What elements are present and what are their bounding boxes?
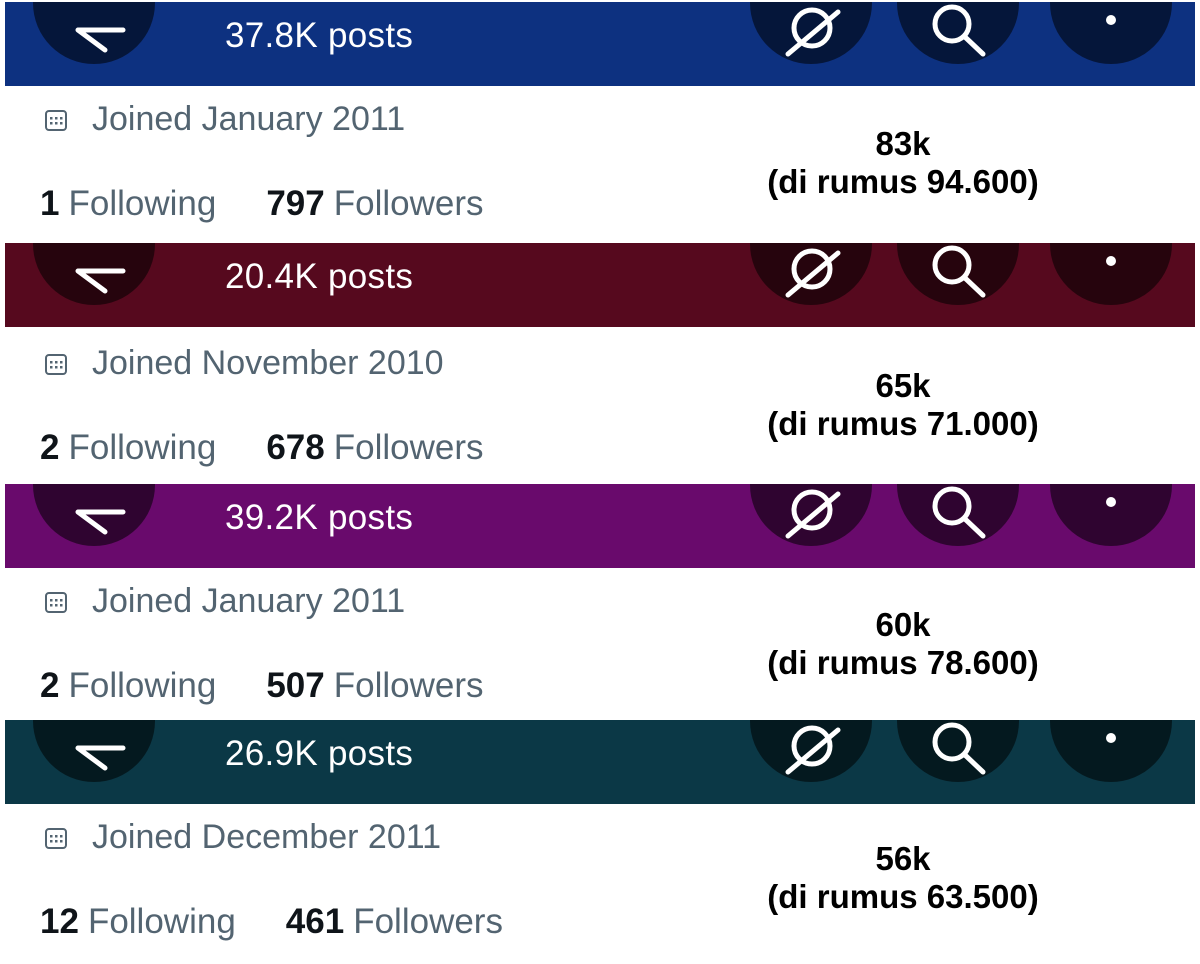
calendar-icon <box>45 109 67 131</box>
search-icon <box>932 486 986 539</box>
more-button[interactable] <box>1050 720 1172 782</box>
following-count[interactable]: 1 <box>40 184 59 224</box>
estimate-value: 83k <box>875 125 931 162</box>
join-date-label: Joined November 2010 <box>92 344 444 382</box>
estimate-note: 60k (di rumus 78.600) <box>703 606 1103 682</box>
following-count[interactable]: 12 <box>40 902 79 942</box>
search-icon <box>932 245 986 298</box>
calendar-icon <box>45 353 67 375</box>
grok-icon <box>785 248 841 298</box>
posts-count: 20.4K posts <box>225 257 414 296</box>
more-vertical-icon <box>1106 497 1116 507</box>
follow-stats: 2 Following 507 Followers <box>40 666 484 706</box>
follow-stats: 12 Following 461 Followers <box>40 902 503 942</box>
grok-icon <box>785 7 841 57</box>
followers-count[interactable]: 461 <box>286 902 344 942</box>
posts-count: 26.9K posts <box>225 734 414 773</box>
profile-header: 26.9K posts <box>5 720 1195 804</box>
grok-button[interactable] <box>750 2 872 64</box>
back-button[interactable] <box>33 243 155 305</box>
following-count[interactable]: 2 <box>40 666 59 706</box>
join-date: Joined November 2010 <box>44 344 444 383</box>
more-vertical-icon <box>1106 256 1116 266</box>
grok-icon <box>785 489 841 539</box>
search-icon <box>932 4 986 57</box>
estimate-value: 56k <box>875 840 931 877</box>
join-date: Joined January 2011 <box>44 100 405 139</box>
search-button[interactable] <box>897 484 1019 546</box>
grok-button[interactable] <box>750 720 872 782</box>
estimate-note: 83k (di rumus 94.600) <box>703 125 1103 201</box>
arrow-left-icon <box>75 27 126 53</box>
followers-label[interactable]: Followers <box>353 902 503 942</box>
formula-value: (di rumus 94.600) <box>767 163 1039 200</box>
join-date-label: Joined January 2011 <box>92 100 406 138</box>
more-vertical-icon <box>1106 733 1116 743</box>
search-icon <box>932 722 986 775</box>
followers-label[interactable]: Followers <box>334 184 484 224</box>
back-button[interactable] <box>33 2 155 64</box>
profile-info: Joined January 2011 2 Following 507 Foll… <box>0 568 700 728</box>
more-button[interactable] <box>1050 484 1172 546</box>
profile-header: 39.2K posts <box>5 484 1195 568</box>
following-label[interactable]: Following <box>68 428 216 468</box>
followers-count[interactable]: 507 <box>266 666 324 706</box>
formula-value: (di rumus 63.500) <box>767 878 1039 915</box>
join-date: Joined January 2011 <box>44 582 405 621</box>
posts-count: 39.2K posts <box>225 498 414 537</box>
follow-stats: 1 Following 797 Followers <box>40 184 484 224</box>
arrow-left-icon <box>75 509 126 535</box>
profile-info: Joined November 2010 2 Following 678 Fol… <box>0 330 700 490</box>
grok-icon <box>785 725 841 775</box>
estimate-note: 56k (di rumus 63.500) <box>703 840 1103 916</box>
followers-label[interactable]: Followers <box>334 428 484 468</box>
search-button[interactable] <box>897 2 1019 64</box>
formula-value: (di rumus 71.000) <box>767 405 1039 442</box>
grok-button[interactable] <box>750 243 872 305</box>
more-vertical-icon <box>1106 15 1116 25</box>
back-button[interactable] <box>33 484 155 546</box>
search-button[interactable] <box>897 243 1019 305</box>
followers-label[interactable]: Followers <box>334 666 484 706</box>
join-date: Joined December 2011 <box>44 818 441 857</box>
more-button[interactable] <box>1050 243 1172 305</box>
arrow-left-icon <box>75 745 126 771</box>
profile-info: Joined January 2011 1 Following 797 Foll… <box>0 86 700 246</box>
calendar-icon <box>45 591 67 613</box>
back-button[interactable] <box>33 720 155 782</box>
calendar-icon <box>45 827 67 849</box>
formula-value: (di rumus 78.600) <box>767 644 1039 681</box>
join-date-label: Joined January 2011 <box>92 582 406 620</box>
search-button[interactable] <box>897 720 1019 782</box>
following-label[interactable]: Following <box>68 666 216 706</box>
more-button[interactable] <box>1050 2 1172 64</box>
estimate-value: 65k <box>875 367 931 404</box>
following-label[interactable]: Following <box>88 902 236 942</box>
estimate-note: 65k (di rumus 71.000) <box>703 367 1103 443</box>
estimate-value: 60k <box>875 606 931 643</box>
profile-header: 20.4K posts <box>5 243 1195 327</box>
profile-header: 37.8K posts <box>5 2 1195 86</box>
posts-count: 37.8K posts <box>225 16 414 55</box>
followers-count[interactable]: 678 <box>266 428 324 468</box>
join-date-label: Joined December 2011 <box>92 818 442 856</box>
profile-info: Joined December 2011 12 Following 461 Fo… <box>0 804 700 964</box>
grok-button[interactable] <box>750 484 872 546</box>
followers-count[interactable]: 797 <box>266 184 324 224</box>
following-count[interactable]: 2 <box>40 428 59 468</box>
following-label[interactable]: Following <box>68 184 216 224</box>
follow-stats: 2 Following 678 Followers <box>40 428 484 468</box>
arrow-left-icon <box>75 268 126 294</box>
